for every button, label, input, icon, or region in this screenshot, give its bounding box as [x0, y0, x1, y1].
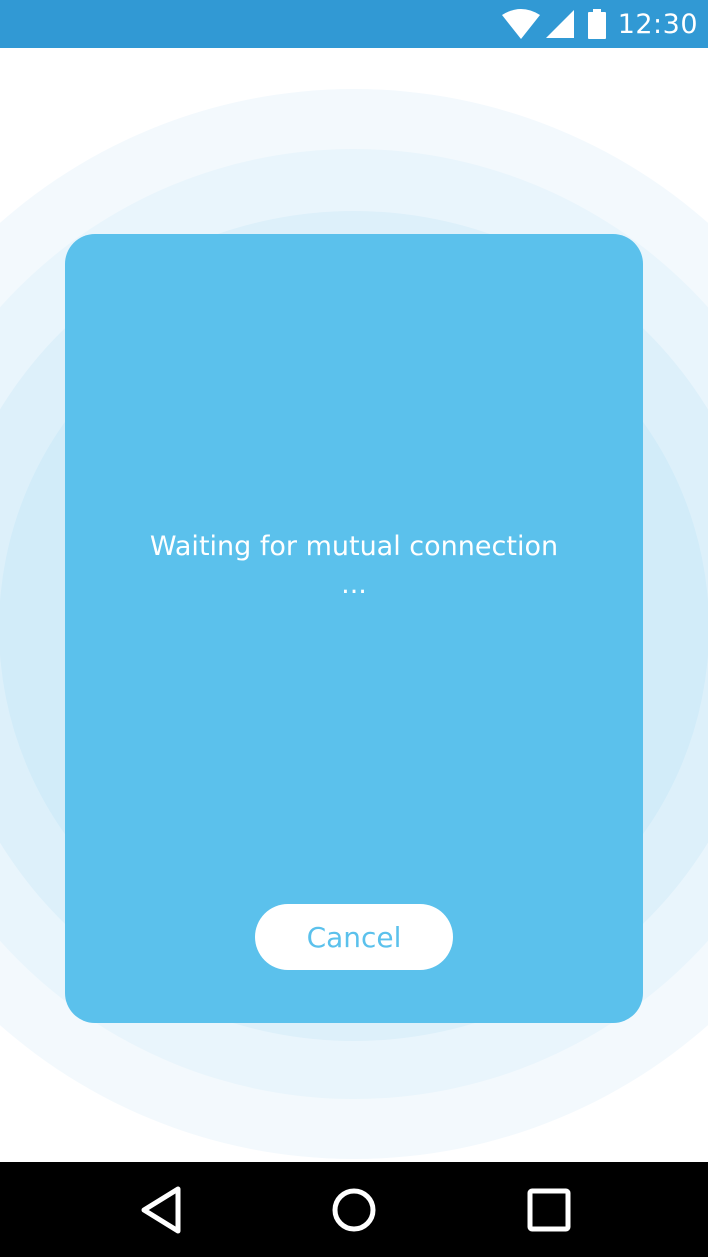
cancel-button[interactable]: Cancel	[255, 904, 453, 970]
wifi-icon	[501, 9, 540, 39]
navigation-bar	[0, 1162, 708, 1257]
waiting-message-text: Waiting for mutual connection ...	[149, 531, 559, 600]
home-icon	[332, 1188, 376, 1231]
cell-signal-icon	[545, 10, 574, 38]
back-button[interactable]	[111, 1162, 211, 1257]
home-button[interactable]	[304, 1162, 404, 1257]
back-icon	[141, 1186, 181, 1233]
status-time: 12:30	[617, 8, 698, 40]
status-bar: 12:30	[0, 0, 708, 48]
battery-icon	[587, 9, 606, 39]
recents-button[interactable]	[499, 1162, 599, 1257]
screen: 12:30 Waiting for mutual connection ... …	[0, 0, 708, 1257]
recents-icon	[527, 1188, 571, 1231]
connection-dialog: Waiting for mutual connection ... Cancel	[65, 234, 643, 1023]
status-icons: 12:30	[501, 0, 698, 48]
waiting-message: Waiting for mutual connection ...	[65, 528, 643, 604]
